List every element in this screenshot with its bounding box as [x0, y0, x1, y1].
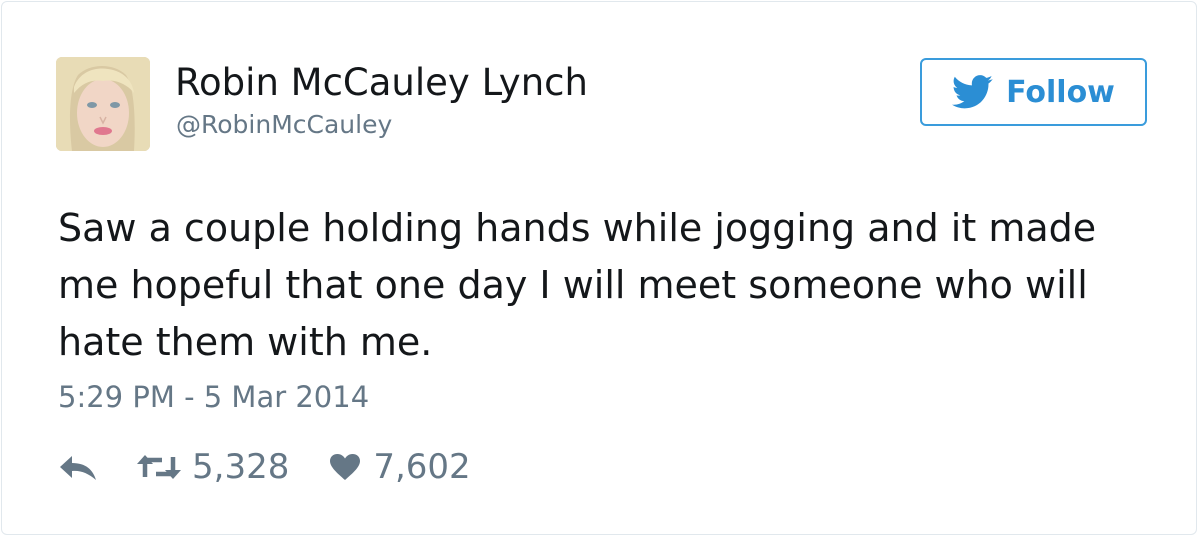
- author-name[interactable]: Robin McCauley Lynch: [175, 60, 588, 106]
- follow-label: Follow: [1006, 74, 1115, 110]
- follow-button[interactable]: Follow: [920, 58, 1147, 126]
- retweet-button[interactable]: [136, 453, 192, 481]
- retweet-icon: [137, 455, 181, 479]
- avatar-photo: [56, 57, 150, 151]
- tweet-card: Robin McCauley Lynch @RobinMcCauley Foll…: [1, 1, 1197, 535]
- heart-icon: [330, 454, 361, 480]
- retweet-count: 5,328: [192, 447, 290, 487]
- tweet-actions: 5,328 7,602: [58, 442, 471, 492]
- avatar[interactable]: [56, 57, 150, 151]
- reply-button[interactable]: [58, 452, 136, 482]
- tweet-timestamp[interactable]: 5:29 PM - 5 Mar 2014: [58, 377, 369, 417]
- like-count: 7,602: [373, 447, 471, 487]
- reply-icon: [60, 456, 96, 480]
- twitter-bird-icon: [952, 75, 993, 109]
- author-handle[interactable]: @RobinMcCauley: [176, 108, 392, 142]
- tweet-text: Saw a couple holding hands while jogging…: [58, 206, 1097, 364]
- like-button[interactable]: [329, 453, 373, 481]
